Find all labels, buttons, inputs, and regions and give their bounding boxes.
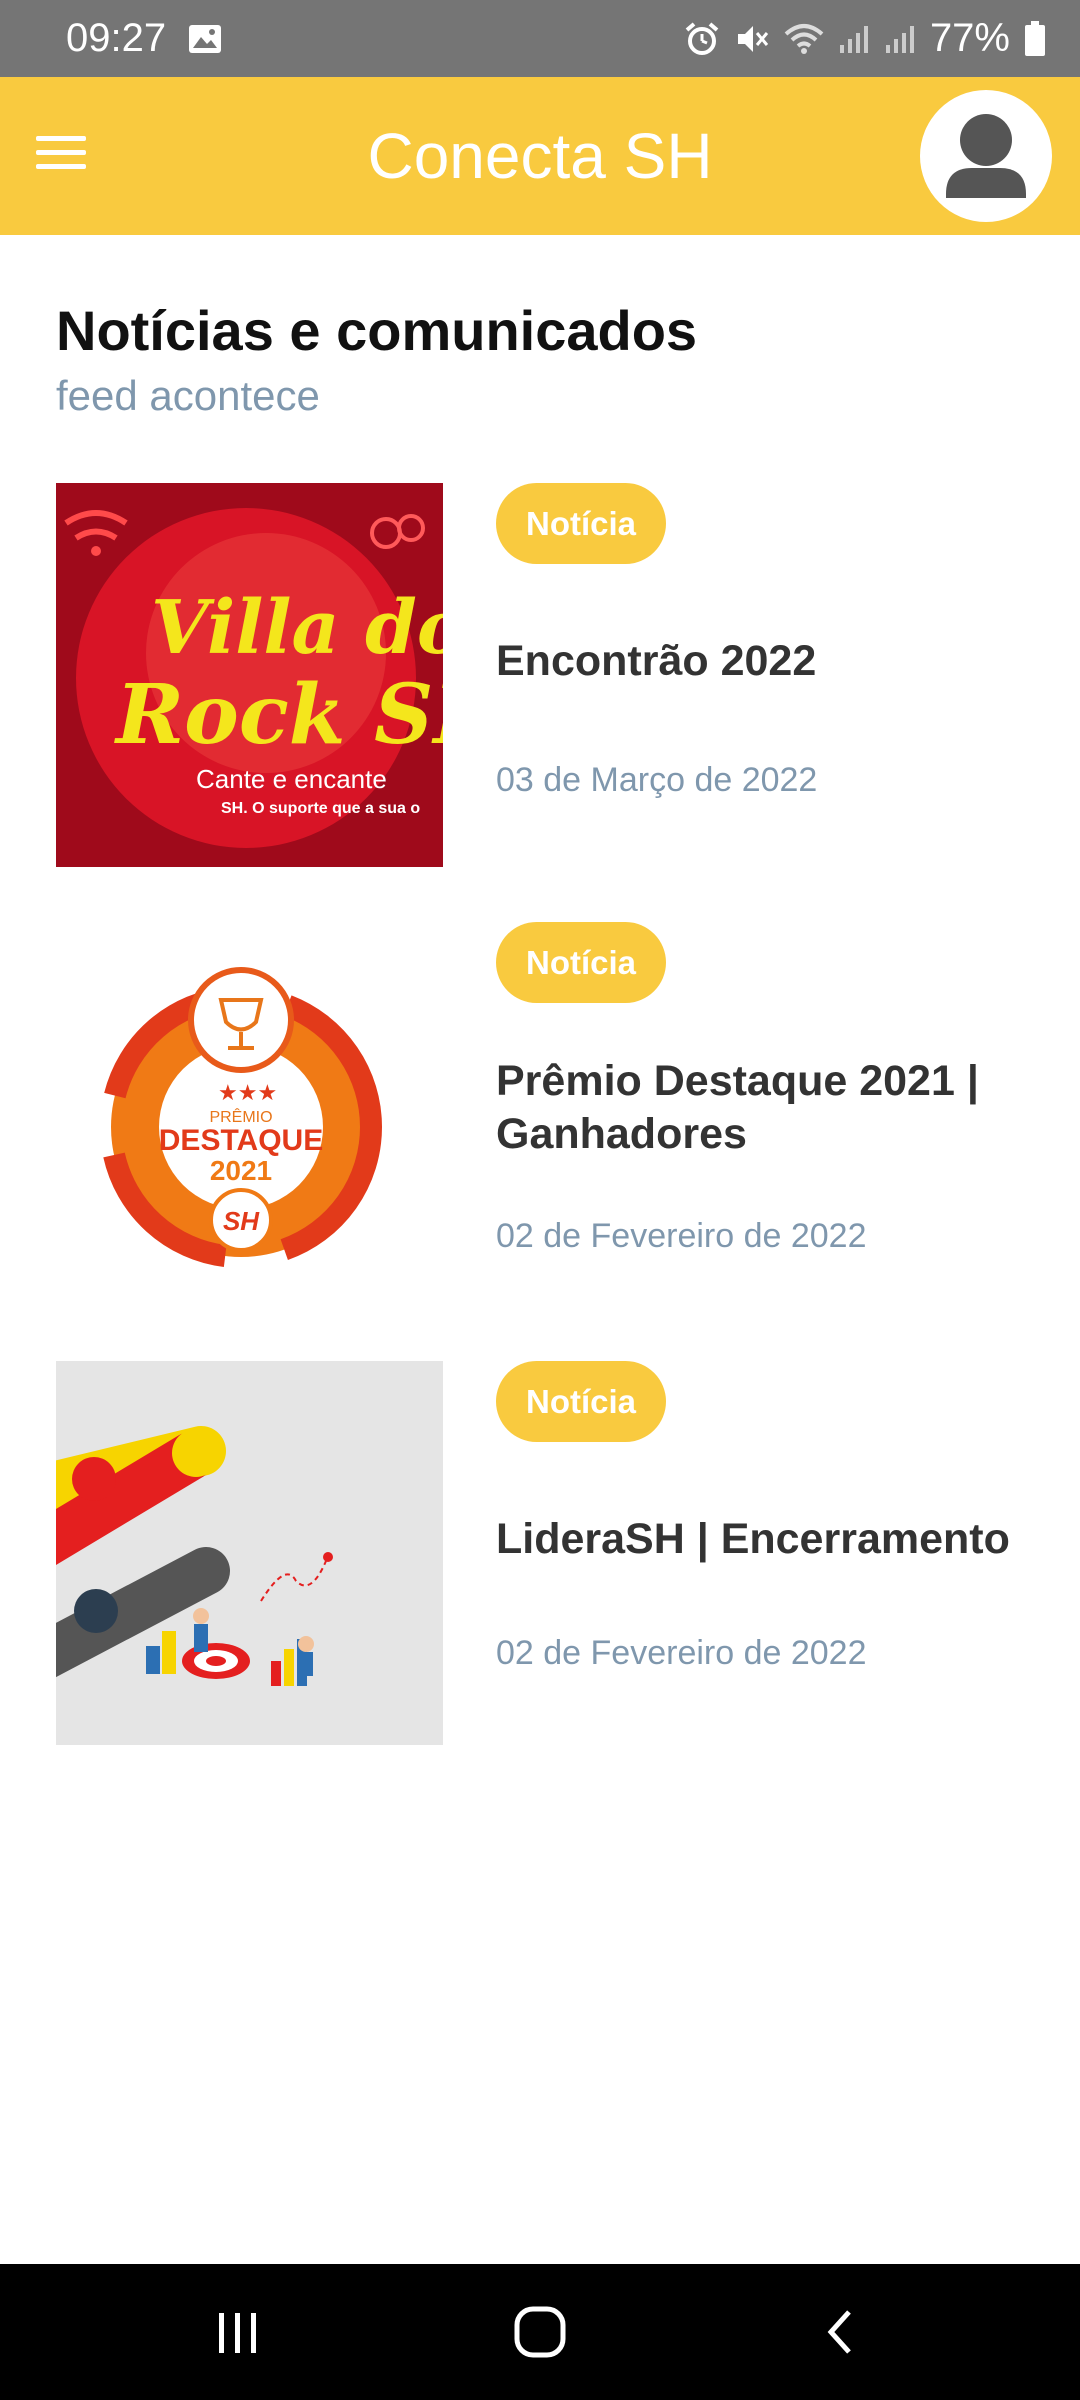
signal-icon	[838, 23, 870, 55]
thumb-year: 2021	[210, 1155, 272, 1186]
news-title[interactable]: Prêmio Destaque 2021 | Ganhadores	[496, 1055, 1016, 1161]
alarm-icon	[684, 21, 720, 57]
user-avatar-icon	[946, 114, 1026, 198]
news-item-encontrao[interactable]: Villa do Rock SH Cante e encante SH. O s…	[56, 483, 1036, 867]
news-date: 02 de Fevereiro de 2022	[496, 1217, 867, 1255]
news-badge: Notícia	[496, 1361, 667, 1442]
recent-apps-button[interactable]	[198, 2292, 278, 2372]
navigation-bar	[0, 2264, 1080, 2400]
recent-apps-icon	[219, 2313, 256, 2353]
thumb-tagline: SH. O suporte que a sua o	[221, 800, 420, 817]
gallery-icon	[188, 24, 222, 54]
battery-icon	[1024, 20, 1046, 57]
back-icon	[827, 2310, 851, 2354]
news-thumbnail[interactable]	[56, 1361, 443, 1745]
wifi-icon	[784, 22, 824, 56]
signal-icon	[884, 23, 916, 55]
thumb-caption: Cante e encante	[196, 764, 387, 794]
app-title: Conecta SH	[367, 120, 713, 192]
avatar-button[interactable]	[920, 90, 1052, 222]
svg-text:★★★: ★★★	[218, 1081, 277, 1106]
page-title: Notícias e comunicados	[56, 299, 698, 362]
news-thumbnail[interactable]: ★★★ PRÊMIO DESTAQUE 2021 SH	[56, 922, 443, 1306]
status-time: 09:27	[66, 16, 167, 60]
news-date: 02 de Fevereiro de 2022	[496, 1634, 867, 1672]
back-button[interactable]	[802, 2292, 882, 2372]
home-icon	[514, 2306, 566, 2358]
status-bar: 09:27 77%	[0, 0, 1080, 77]
home-button[interactable]	[500, 2292, 580, 2372]
news-info: Notícia Encontrão 2022 03 de Março de 20…	[496, 483, 1036, 867]
news-info: Notícia LideraSH | Encerramento 02 de Fe…	[496, 1361, 1036, 1745]
news-date: 03 de Março de 2022	[496, 761, 818, 799]
mute-icon	[734, 21, 770, 57]
status-left: 09:27	[66, 16, 222, 61]
thumb-text-line1: Villa do	[151, 585, 443, 671]
menu-button[interactable]	[30, 122, 92, 184]
news-badge: Notícia	[496, 922, 667, 1003]
app-bar: Conecta SH	[0, 77, 1080, 235]
news-item-premio-destaque[interactable]: ★★★ PRÊMIO DESTAQUE 2021 SH Notícia Prêm…	[56, 922, 1036, 1306]
page-subtitle: feed acontece	[56, 372, 320, 419]
news-item-liderash[interactable]: Notícia LideraSH | Encerramento 02 de Fe…	[56, 1361, 1036, 1745]
news-title[interactable]: LideraSH | Encerramento	[496, 1513, 1016, 1566]
status-right: 77%	[684, 16, 1046, 61]
hamburger-menu-icon	[36, 136, 86, 169]
news-info: Notícia Prêmio Destaque 2021 | Ganhadore…	[496, 922, 1036, 1306]
thumb-brand: SH	[223, 1206, 260, 1236]
news-badge: Notícia	[496, 483, 667, 564]
battery-percentage: 77%	[929, 16, 1010, 60]
news-title[interactable]: Encontrão 2022	[496, 635, 1016, 688]
thumb-label-big: DESTAQUE	[159, 1124, 323, 1157]
thumb-text-line2: Rock SH	[114, 667, 443, 763]
news-thumbnail[interactable]: Villa do Rock SH Cante e encante SH. O s…	[56, 483, 443, 867]
